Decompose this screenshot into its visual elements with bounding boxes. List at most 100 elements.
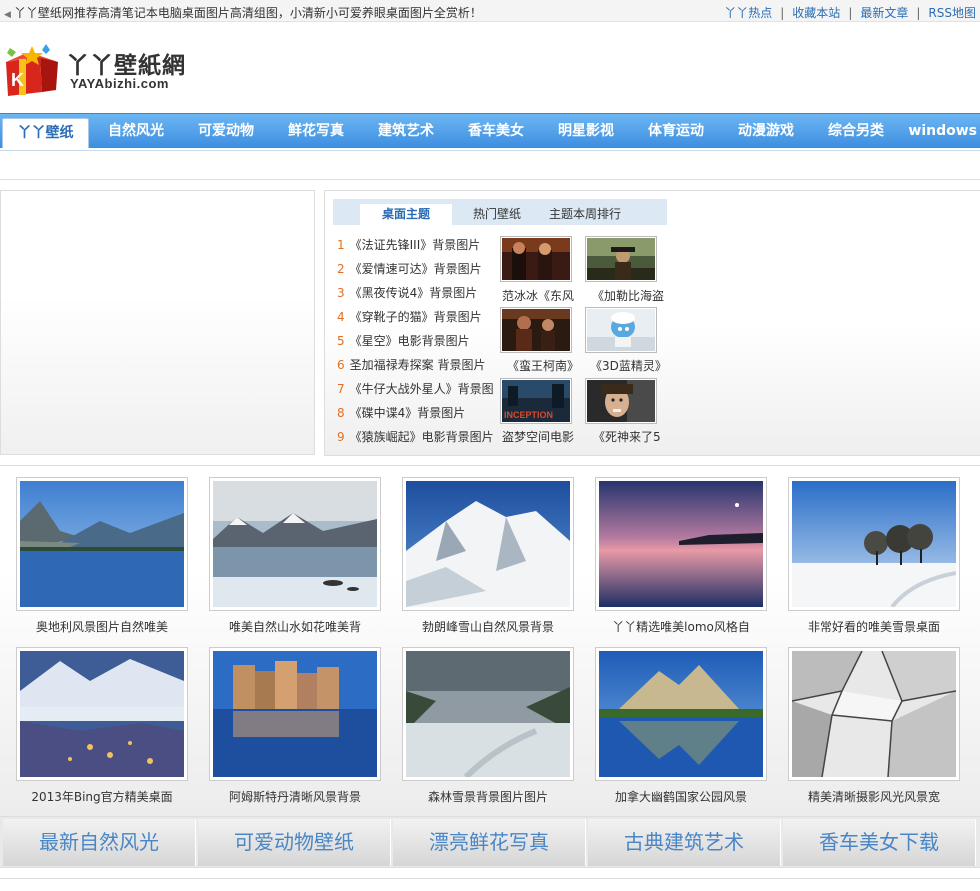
list-item[interactable]: 4 《穿靴子的猫》背景图片: [337, 307, 502, 331]
thumb-caption[interactable]: 盗梦空间电影: [502, 428, 582, 445]
wallpaper-caption[interactable]: 森林雪景背景图片图片: [402, 788, 574, 805]
wallpaper-caption[interactable]: 2013年Bing官方精美桌面: [16, 788, 188, 805]
site-logo[interactable]: K 丫丫壁紙網 YAYAbizhi.com: [0, 38, 200, 98]
ad-panel: [0, 190, 315, 455]
nav-item-anime[interactable]: 动漫游戏: [721, 114, 811, 149]
wallpaper-caption[interactable]: 非常好看的唯美雪景桌面: [788, 618, 960, 635]
thumb-image[interactable]: INCEPTION: [500, 378, 572, 424]
tab-hot-wallpapers[interactable]: 热门壁纸: [458, 204, 536, 225]
list-item[interactable]: 3 《黑夜传说4》背景图片: [337, 283, 502, 307]
wallpaper-card[interactable]: 森林雪景背景图片图片: [402, 647, 574, 805]
thumb-image[interactable]: [500, 307, 572, 353]
link-rss[interactable]: RSS地图: [928, 6, 976, 20]
list-item[interactable]: 9 《猿族崛起》电影背景图片: [337, 427, 502, 451]
nav-item-yaya[interactable]: 丫丫壁纸: [2, 118, 89, 150]
rank-title[interactable]: 《星空》电影背景图片: [350, 334, 470, 348]
divider: |: [780, 6, 785, 20]
featured-panel: 桌面主题 热门壁纸 主题本周排行 1 《法证先锋III》背景图片 2 《爱情速可达》…: [324, 190, 980, 456]
divider: |: [916, 6, 921, 20]
list-item[interactable]: 2 《爱情速可达》背景图片: [337, 259, 502, 283]
wallpaper-card[interactable]: 2013年Bing官方精美桌面: [16, 647, 188, 805]
thumb-caption[interactable]: 《3D蓝精灵》: [590, 357, 670, 374]
rank-title[interactable]: 《牛仔大战外星人》背景图: [350, 382, 494, 396]
list-item[interactable]: 8 《碟中谍4》背景图片: [337, 403, 502, 427]
rank-title[interactable]: 圣加福禄寿探案 背景图片: [350, 358, 486, 372]
category-link-animals[interactable]: 可爱动物壁纸: [198, 819, 391, 866]
nav-item-nature[interactable]: 自然风光: [91, 114, 181, 149]
category-link-cars[interactable]: 香车美女下载: [783, 819, 976, 866]
rank-title[interactable]: 《法证先锋III》背景图片: [350, 238, 481, 252]
wallpaper-image[interactable]: [16, 647, 188, 781]
nav-item-misc[interactable]: 综合另类: [811, 114, 901, 149]
top-bar: ◀ 丫丫壁纸网推荐高清笔记本电脑桌面图片高清组图，小清新小可爱养眼桌面图片全赏析！…: [0, 0, 980, 22]
thumb-image[interactable]: [585, 307, 657, 353]
thumb-caption[interactable]: 《蛮王柯南》: [507, 357, 587, 374]
nav-item-architecture[interactable]: 建筑艺术: [361, 114, 451, 149]
rank-number: 2: [337, 262, 345, 276]
link-hot[interactable]: 丫丫热点: [724, 6, 772, 20]
rank-title[interactable]: 《穿靴子的猫》背景图片: [350, 310, 482, 324]
nav-item-flowers[interactable]: 鲜花写真: [271, 114, 361, 149]
wallpaper-image[interactable]: [209, 647, 381, 781]
wallpaper-card[interactable]: 非常好看的唯美雪景桌面: [788, 477, 960, 635]
wallpaper-image[interactable]: [788, 647, 960, 781]
svg-text:K: K: [11, 70, 24, 90]
thumb-image[interactable]: [500, 236, 572, 282]
link-bookmark[interactable]: 收藏本站: [792, 6, 840, 20]
category-link-flowers[interactable]: 漂亮鲜花写真: [393, 819, 586, 866]
nav-item-sports[interactable]: 体育运动: [631, 114, 721, 149]
site-notice: ◀ 丫丫壁纸网推荐高清笔记本电脑桌面图片高清组图，小清新小可爱养眼桌面图片全赏析！: [4, 4, 482, 21]
list-item[interactable]: 6 圣加福禄寿探案 背景图片: [337, 355, 502, 379]
nav-item-windows[interactable]: windows: [903, 114, 980, 149]
wallpaper-card[interactable]: 奥地利风景图片自然唯美: [16, 477, 188, 635]
wallpaper-image[interactable]: [402, 647, 574, 781]
wallpaper-image[interactable]: [209, 477, 381, 611]
rank-title[interactable]: 《碟中谍4》背景图片: [350, 406, 466, 420]
wallpaper-card[interactable]: 丫丫精选唯美lomo风格自: [595, 477, 767, 635]
rank-number: 7: [337, 382, 345, 396]
list-item[interactable]: 7 《牛仔大战外星人》背景图: [337, 379, 502, 403]
wallpaper-image[interactable]: [595, 477, 767, 611]
wallpaper-card[interactable]: 勃朗峰雪山自然风景背景: [402, 477, 574, 635]
thumb-caption[interactable]: 《加勒比海盗: [592, 287, 672, 304]
thumb-caption[interactable]: 《死神来了5: [593, 428, 673, 445]
wallpaper-image[interactable]: [402, 477, 574, 611]
wallpaper-gallery: 奥地利风景图片自然唯美 唯美自然山水如花唯美背 勃朗峰雪山自然风景背景 丫丫精选…: [0, 465, 980, 816]
divider: |: [848, 6, 853, 20]
list-item[interactable]: 5 《星空》电影背景图片: [337, 331, 502, 355]
rank-number: 3: [337, 286, 345, 300]
wallpaper-caption[interactable]: 阿姆斯特丹清晰风景背景: [209, 788, 381, 805]
wallpaper-image[interactable]: [788, 477, 960, 611]
link-latest[interactable]: 最新文章: [860, 6, 908, 20]
category-link-architecture[interactable]: 古典建筑艺术: [588, 819, 781, 866]
nav-item-stars[interactable]: 明星影视: [541, 114, 631, 149]
wallpaper-caption[interactable]: 加拿大幽鹤国家公园风景: [595, 788, 767, 805]
rank-title[interactable]: 《猿族崛起》电影背景图片: [350, 430, 494, 444]
thumb-image[interactable]: [585, 236, 657, 282]
tab-desktop-themes[interactable]: 桌面主题: [360, 204, 452, 225]
wallpaper-caption[interactable]: 勃朗峰雪山自然风景背景: [402, 618, 574, 635]
thumb-title-text: INCEPTION: [504, 410, 553, 420]
wallpaper-caption[interactable]: 精美清晰摄影风光风景宽: [788, 788, 960, 805]
wallpaper-card[interactable]: 加拿大幽鹤国家公园风景: [595, 647, 767, 805]
rank-number: 6: [337, 358, 345, 372]
wallpaper-image[interactable]: [595, 647, 767, 781]
nav-item-animals[interactable]: 可爱动物: [181, 114, 271, 149]
nav-item-cars[interactable]: 香车美女: [451, 114, 541, 149]
main-nav: 丫丫壁纸 自然风光 可爱动物 鲜花写真 建筑艺术 香车美女 明星影视 体育运动 …: [0, 113, 980, 150]
wallpaper-card[interactable]: 精美清晰摄影风光风景宽: [788, 647, 960, 805]
thumb-caption[interactable]: 范冰冰《东风: [502, 287, 582, 304]
rank-title[interactable]: 《爱情速可达》背景图片: [350, 262, 482, 276]
wallpaper-image[interactable]: [16, 477, 188, 611]
wallpaper-caption[interactable]: 唯美自然山水如花唯美背: [209, 618, 381, 635]
thumb-image[interactable]: [585, 378, 657, 424]
category-link-nature[interactable]: 最新自然风光: [3, 819, 196, 866]
wallpaper-card[interactable]: 阿姆斯特丹清晰风景背景: [209, 647, 381, 805]
wallpaper-card[interactable]: 唯美自然山水如花唯美背: [209, 477, 381, 635]
tab-weekly-ranking[interactable]: 主题本周排行: [538, 204, 632, 225]
rank-title[interactable]: 《黑夜传说4》背景图片: [350, 286, 478, 300]
list-item[interactable]: 1 《法证先锋III》背景图片: [337, 235, 502, 259]
wallpaper-caption[interactable]: 丫丫精选唯美lomo风格自: [595, 618, 767, 635]
wallpaper-caption[interactable]: 奥地利风景图片自然唯美: [16, 618, 188, 635]
speaker-icon: ◀: [4, 10, 11, 20]
